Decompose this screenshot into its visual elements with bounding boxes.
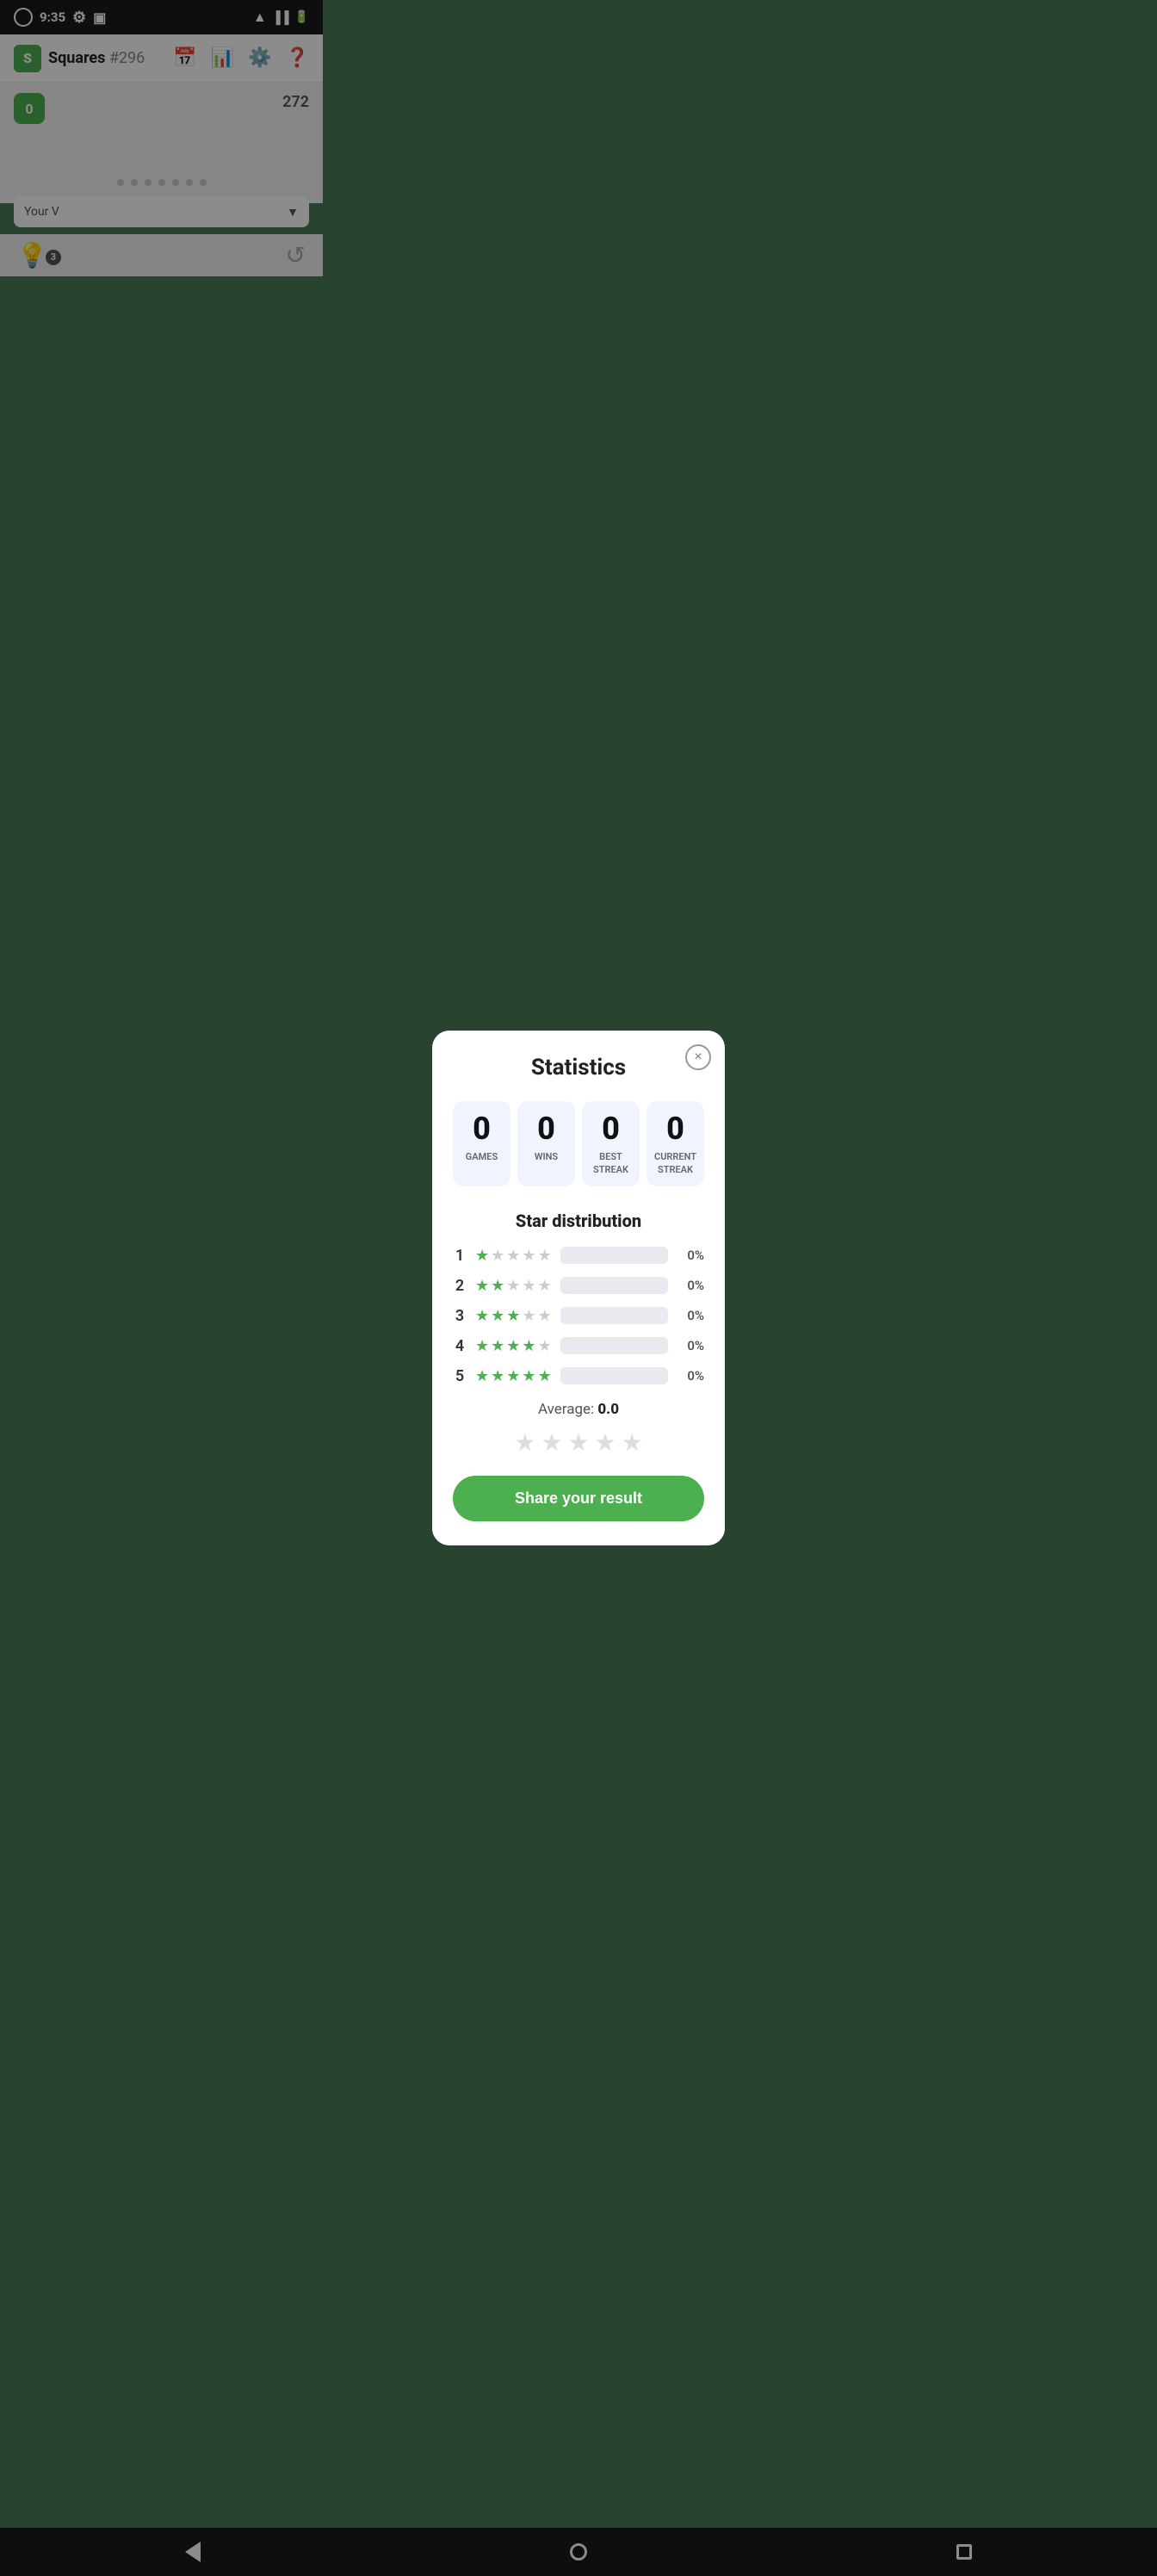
dist-num-1: 1 — [453, 1247, 467, 1265]
dist-stars-3: ★★★★★ — [475, 1307, 552, 1325]
close-icon: × — [694, 1050, 702, 1065]
stat-current-streak-label: CURRENT STREAK — [653, 1151, 697, 1176]
star-5-5: ★ — [538, 1367, 552, 1385]
star-3-4: ★ — [522, 1307, 535, 1325]
dist-num-3: 3 — [453, 1307, 467, 1325]
star-2-3: ★ — [506, 1277, 520, 1295]
star-5-1: ★ — [475, 1367, 489, 1385]
statistics-modal: × Statistics 0 GAMES 0 WINS 0 BEST STREA… — [432, 1031, 725, 1545]
star-3-2: ★ — [491, 1307, 504, 1325]
star-2-2: ★ — [491, 1277, 504, 1295]
star-5-4: ★ — [522, 1367, 535, 1385]
star-5-2: ★ — [491, 1367, 504, 1385]
avg-star-3: ★ — [567, 1428, 589, 1457]
stat-wins-label: WINS — [524, 1151, 568, 1163]
dist-bar-wrap-2 — [560, 1277, 668, 1294]
stat-wins-value: 0 — [524, 1113, 568, 1144]
star-2-5: ★ — [538, 1277, 552, 1295]
star-4-2: ★ — [491, 1337, 504, 1355]
avg-star-2: ★ — [541, 1428, 562, 1457]
dist-num-5: 5 — [453, 1367, 467, 1385]
dist-row-1: 1★★★★★0% — [453, 1247, 704, 1265]
close-button[interactable]: × — [685, 1044, 711, 1070]
modal-title: Statistics — [453, 1055, 704, 1081]
stat-best-streak-label: BEST STREAK — [589, 1151, 633, 1176]
modal-overlay: × Statistics 0 GAMES 0 WINS 0 BEST STREA… — [0, 0, 1157, 2576]
dist-pct-5: 0% — [677, 1368, 704, 1384]
stat-card-current-streak: 0 CURRENT STREAK — [647, 1101, 704, 1186]
star-2-1: ★ — [475, 1277, 489, 1295]
stats-grid: 0 GAMES 0 WINS 0 BEST STREAK 0 CURRENT S… — [453, 1101, 704, 1186]
avg-star-4: ★ — [595, 1428, 616, 1457]
dist-num-4: 4 — [453, 1337, 467, 1355]
star-4-3: ★ — [506, 1337, 520, 1355]
star-4-4: ★ — [522, 1337, 535, 1355]
dist-num-2: 2 — [453, 1277, 467, 1295]
stat-games-label: GAMES — [460, 1151, 504, 1163]
star-4-5: ★ — [538, 1337, 552, 1355]
stat-card-games: 0 GAMES — [453, 1101, 510, 1186]
average-row: Average: 0.0 — [453, 1401, 704, 1418]
dist-stars-4: ★★★★★ — [475, 1337, 552, 1355]
star-2-4: ★ — [522, 1277, 535, 1295]
stat-games-value: 0 — [460, 1113, 504, 1144]
dist-pct-1: 0% — [677, 1248, 704, 1263]
star-4-1: ★ — [475, 1337, 489, 1355]
share-button[interactable]: Share your result — [453, 1476, 704, 1521]
dist-bar-wrap-4 — [560, 1337, 668, 1354]
stat-best-streak-value: 0 — [589, 1113, 633, 1144]
dist-pct-2: 0% — [677, 1278, 704, 1293]
average-value: 0.0 — [597, 1401, 619, 1418]
star-3-1: ★ — [475, 1307, 489, 1325]
avg-star-1: ★ — [514, 1428, 535, 1457]
star-1-2: ★ — [491, 1247, 504, 1265]
dist-bar-wrap-3 — [560, 1307, 668, 1324]
dist-row-4: 4★★★★★0% — [453, 1337, 704, 1355]
dist-row-3: 3★★★★★0% — [453, 1307, 704, 1325]
average-stars: ★ ★ ★ ★ ★ — [453, 1428, 704, 1457]
star-1-5: ★ — [538, 1247, 552, 1265]
star-1-3: ★ — [506, 1247, 520, 1265]
dist-stars-5: ★★★★★ — [475, 1367, 552, 1385]
star-3-5: ★ — [538, 1307, 552, 1325]
star-1-4: ★ — [522, 1247, 535, 1265]
dist-stars-1: ★★★★★ — [475, 1247, 552, 1265]
star-5-3: ★ — [506, 1367, 520, 1385]
stat-card-wins: 0 WINS — [517, 1101, 575, 1186]
stat-card-best-streak: 0 BEST STREAK — [582, 1101, 640, 1186]
star-1-1: ★ — [475, 1247, 489, 1265]
dist-pct-4: 0% — [677, 1338, 704, 1353]
dist-stars-2: ★★★★★ — [475, 1277, 552, 1295]
dist-row-5: 5★★★★★0% — [453, 1367, 704, 1385]
distribution-title: Star distribution — [453, 1211, 704, 1231]
star-3-3: ★ — [506, 1307, 520, 1325]
distribution-rows: 1★★★★★0%2★★★★★0%3★★★★★0%4★★★★★0%5★★★★★0% — [453, 1247, 704, 1385]
stat-current-streak-value: 0 — [653, 1113, 697, 1144]
dist-bar-wrap-1 — [560, 1247, 668, 1264]
dist-bar-wrap-5 — [560, 1367, 668, 1384]
avg-star-5: ★ — [622, 1428, 643, 1457]
dist-row-2: 2★★★★★0% — [453, 1277, 704, 1295]
dist-pct-3: 0% — [677, 1308, 704, 1323]
